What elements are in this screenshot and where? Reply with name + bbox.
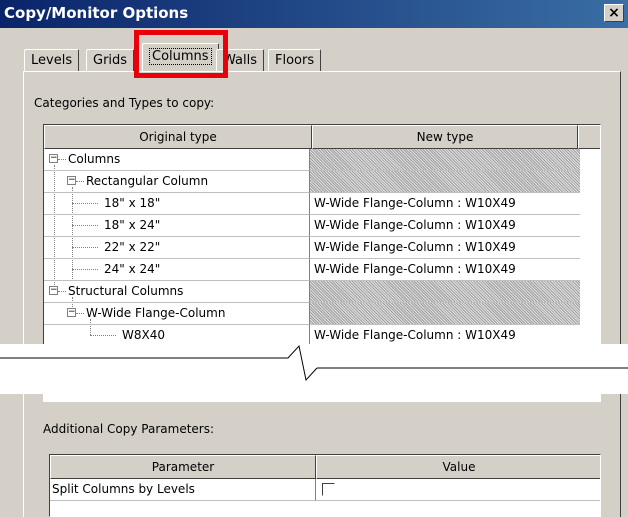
figure-break [0,344,628,394]
header-filler [578,125,600,149]
table-row[interactable]: Split Columns by Levels [50,479,600,501]
row-new-type [310,281,580,303]
split-columns-checkbox[interactable] [322,483,335,496]
copy-monitor-options-dialog: Copy/Monitor Options × Levels Grids Colu… [0,0,628,517]
close-icon: × [608,5,620,21]
row-original-type: 18" x 24" [104,218,161,232]
params-grid[interactable]: Parameter Value Split Columns by Levels [49,454,601,517]
row-new-type: W-Wide Flange-Column : W10X49 [310,215,580,237]
row-original-type: Structural Columns [68,284,184,298]
parameter-value [316,479,600,501]
parameter-header[interactable]: Parameter [50,455,316,479]
row-original-type: W-Wide Flange-Column [86,306,226,320]
row-new-type [310,149,580,171]
params-section-label: Additional Copy Parameters: [43,422,215,436]
tab-floors[interactable]: Floors [268,49,322,71]
tab-levels[interactable]: Levels [24,49,80,71]
parameter-name: Split Columns by Levels [50,479,316,501]
row-new-type: W-Wide Flange-Column : W10X49 [310,193,580,215]
tab-panel-lower: Additional Copy Parameters: Parameter Va… [23,394,621,517]
original-type-header[interactable]: Original type [44,125,312,149]
columns-tab-highlight [134,30,228,78]
tab-grids[interactable]: Grids [86,49,135,71]
table-row[interactable]: − Structural Columns [44,281,600,303]
lower-panel: Additional Copy Parameters: Parameter Va… [0,394,628,517]
break-line-icon [0,344,628,382]
collapse-icon[interactable]: − [49,154,58,163]
collapse-icon[interactable]: − [49,286,58,295]
table-row[interactable]: − W-Wide Flange-Column [44,303,600,325]
table-row[interactable]: 18" x 24" W-Wide Flange-Column : W10X49 [44,215,600,237]
new-type-header[interactable]: New type [312,125,578,149]
row-new-type [310,303,580,325]
row-original-type: Rectangular Column [86,174,209,188]
collapse-icon[interactable]: − [67,176,76,185]
table-row[interactable]: − Rectangular Column [44,171,600,193]
row-new-type [310,171,580,193]
row-original-type: Columns [68,152,121,166]
window-title: Copy/Monitor Options [4,4,189,22]
row-original-type: 22" x 22" [104,240,161,254]
row-original-type: W8X40 [122,328,165,342]
grid-bottom-edge [43,394,601,402]
close-button[interactable]: × [604,4,624,22]
collapse-icon[interactable]: − [67,308,76,317]
table-row[interactable]: 18" x 18" W-Wide Flange-Column : W10X49 [44,193,600,215]
row-new-type: W-Wide Flange-Column : W10X49 [310,259,580,281]
types-section-label: Categories and Types to copy: [34,96,215,110]
value-header[interactable]: Value [316,455,600,479]
row-original-type: 24" x 24" [104,262,161,276]
table-row[interactable]: 22" x 22" W-Wide Flange-Column : W10X49 [44,237,600,259]
row-new-type: W-Wide Flange-Column : W10X49 [310,237,580,259]
table-row[interactable]: 24" x 24" W-Wide Flange-Column : W10X49 [44,259,600,281]
title-bar: Copy/Monitor Options × [0,0,628,28]
table-row[interactable]: − Columns [44,149,600,171]
row-original-type: 18" x 18" [104,196,161,210]
